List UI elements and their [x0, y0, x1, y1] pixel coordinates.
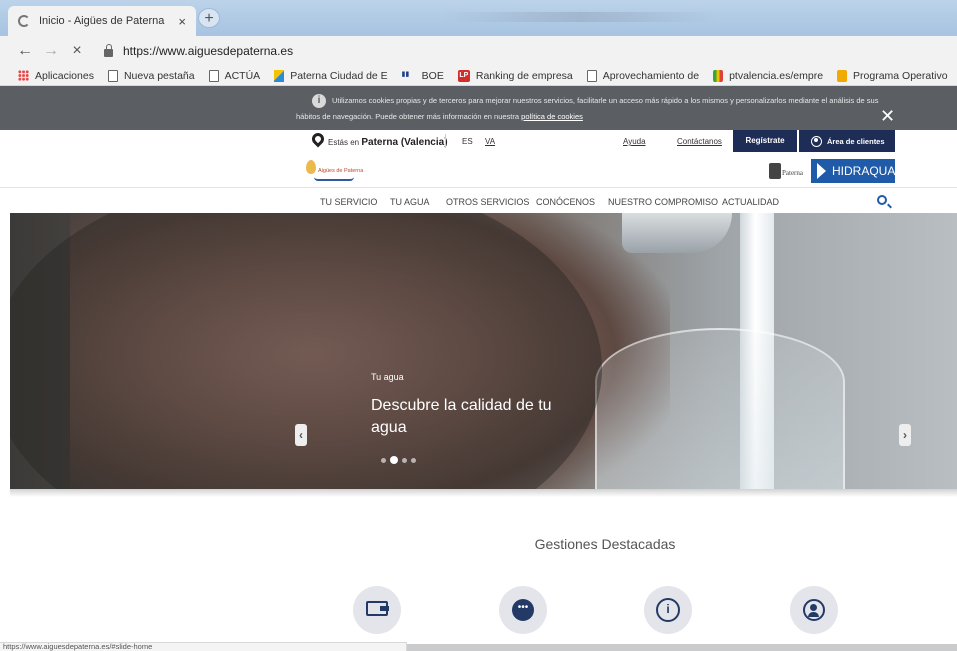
user-icon — [811, 135, 822, 147]
slider-dot[interactable] — [402, 457, 407, 463]
cookie-text-line2: hábitos de navegación. Puede obtener más… — [296, 112, 583, 121]
slider-prev-button[interactable]: ‹ — [295, 424, 307, 446]
cookie-banner: i Utilizamos cookies propias y de tercer… — [0, 86, 957, 130]
hero-title[interactable]: Descubre la calidad de tu agua — [371, 395, 581, 439]
hero-slider — [10, 213, 957, 489]
bookmark-item[interactable]: ACTÚA — [208, 69, 260, 82]
tab-title: Inicio - Aigües de Paterna — [39, 15, 165, 27]
lock-icon — [104, 44, 113, 57]
main-nav: TU SERVICIO TU AGUA OTROS SERVICIOS CONÓ… — [0, 189, 957, 213]
hero-category: Tu agua — [371, 372, 404, 382]
logo-row: Aigües de Paterna Paterna HIDRAQUA — [0, 154, 957, 188]
slider-dot[interactable] — [411, 457, 416, 463]
url-text: https://www.aiguesdepaterna.es — [123, 44, 294, 58]
loading-icon — [18, 15, 30, 27]
hero-shadow — [10, 489, 957, 497]
hero-photo-glass — [595, 328, 845, 489]
slider-dot-active[interactable] — [390, 456, 398, 464]
help-link[interactable]: Ayuda — [623, 137, 646, 146]
nav-item-nuestro-compromiso[interactable]: NUESTRO COMPROMISO — [608, 197, 718, 207]
divider — [445, 134, 446, 148]
play-triangle-icon — [817, 163, 826, 179]
info-icon: i — [312, 94, 326, 108]
cookie-policy-link[interactable]: política de cookies — [521, 112, 583, 121]
person-icon — [803, 599, 825, 621]
bookmark-item[interactable]: Paterna Ciudad de E — [274, 69, 388, 82]
bookmark-item[interactable]: ▮▮ BOE — [402, 70, 444, 82]
browser-tab[interactable]: Inicio - Aigües de Paterna × — [8, 6, 196, 36]
search-icon[interactable] — [877, 195, 887, 205]
bookmarks-bar: Aplicaciones Nueva pestaña ACTÚA Paterna… — [0, 66, 957, 86]
gestion-payment-button[interactable] — [353, 586, 401, 634]
horizontal-scrollbar[interactable] — [407, 644, 957, 651]
forward-button[interactable]: → — [38, 42, 64, 60]
browser-status-bar: https://www.aiguesdepaterna.es/#slide-ho… — [0, 642, 407, 651]
paterna-logo[interactable]: Paterna — [769, 163, 809, 181]
gestion-info-button[interactable]: i — [644, 586, 692, 634]
nav-item-conocenos[interactable]: CONÓCENOS — [536, 197, 595, 207]
brand-logo[interactable]: Aigües de Paterna — [306, 160, 366, 184]
gestion-user-button[interactable] — [790, 586, 838, 634]
nav-item-tu-agua[interactable]: TU AGUA — [390, 197, 430, 207]
close-icon[interactable]: ✕ — [880, 106, 895, 127]
pt-icon — [713, 69, 724, 82]
page-icon — [208, 69, 219, 82]
gestion-chat-button[interactable]: ••• — [499, 586, 547, 634]
flag-icon — [274, 69, 285, 82]
slider-dot[interactable] — [381, 457, 386, 463]
wave-icon — [314, 177, 354, 181]
stop-button[interactable]: × — [64, 42, 90, 60]
page-icon — [107, 69, 118, 82]
apps-icon — [18, 70, 29, 81]
water-drop-icon — [306, 160, 316, 174]
bookmark-item[interactable]: Nueva pestaña — [107, 69, 195, 82]
bookmark-item[interactable]: Aplicaciones — [18, 70, 94, 82]
bookmark-item[interactable]: ptvalencia.es/empre — [713, 69, 823, 82]
nav-item-tu-servicio[interactable]: TU SERVICIO — [320, 197, 377, 207]
address-bar-row: ← → × https://www.aiguesdepaterna.es — [0, 36, 957, 66]
contact-link[interactable]: Contáctanos — [677, 137, 722, 146]
chat-icon: ••• — [512, 599, 534, 621]
seal-icon — [769, 163, 781, 179]
info-icon: i — [656, 598, 680, 622]
client-area-button[interactable]: Área de clientes — [799, 130, 895, 152]
hidraqua-logo[interactable]: HIDRAQUA — [811, 159, 895, 183]
page-icon — [586, 69, 597, 82]
location-pin-icon — [309, 130, 327, 148]
section-title: Gestiones Destacadas — [534, 536, 676, 552]
boe-icon: ▮▮ — [401, 70, 410, 78]
slider-next-button[interactable]: › — [899, 424, 911, 446]
back-button[interactable]: ← — [12, 42, 38, 60]
nav-item-actualidad[interactable]: ACTUALIDAD — [722, 197, 779, 207]
lang-va-link[interactable]: VA — [485, 137, 495, 146]
nav-item-otros-servicios[interactable]: OTROS SERVICIOS — [446, 197, 529, 207]
hero-overlay — [10, 213, 602, 489]
wallet-icon — [366, 601, 389, 616]
bookmark-item[interactable]: LP Ranking de empresa — [457, 69, 573, 82]
hero-photo-tap — [622, 213, 732, 253]
slider-dots — [381, 456, 420, 464]
web-page: i Utilizamos cookies propias y de tercer… — [0, 86, 957, 651]
bookmark-item[interactable]: Programa Operativo — [837, 69, 948, 82]
po-icon — [837, 69, 848, 82]
register-button[interactable]: Regístrate — [733, 130, 797, 152]
lang-es-link[interactable]: ES — [462, 137, 473, 146]
location-selector[interactable]: Estás en Paterna (Valencia) — [328, 137, 448, 148]
lp-icon: LP — [457, 69, 470, 82]
url-field[interactable]: https://www.aiguesdepaterna.es — [104, 44, 293, 58]
browser-tab-bar: Inicio - Aigües de Paterna × + — [0, 0, 957, 36]
new-tab-button[interactable]: + — [198, 8, 220, 28]
window-title-blur — [440, 12, 720, 22]
tab-close-button[interactable]: × — [178, 14, 186, 29]
utility-bar: Estás en Paterna (Valencia) ES VA Ayuda … — [0, 130, 957, 154]
bookmark-item[interactable]: Aprovechamiento de — [586, 69, 699, 82]
cookie-text-line1: Utilizamos cookies propias y de terceros… — [332, 96, 879, 105]
